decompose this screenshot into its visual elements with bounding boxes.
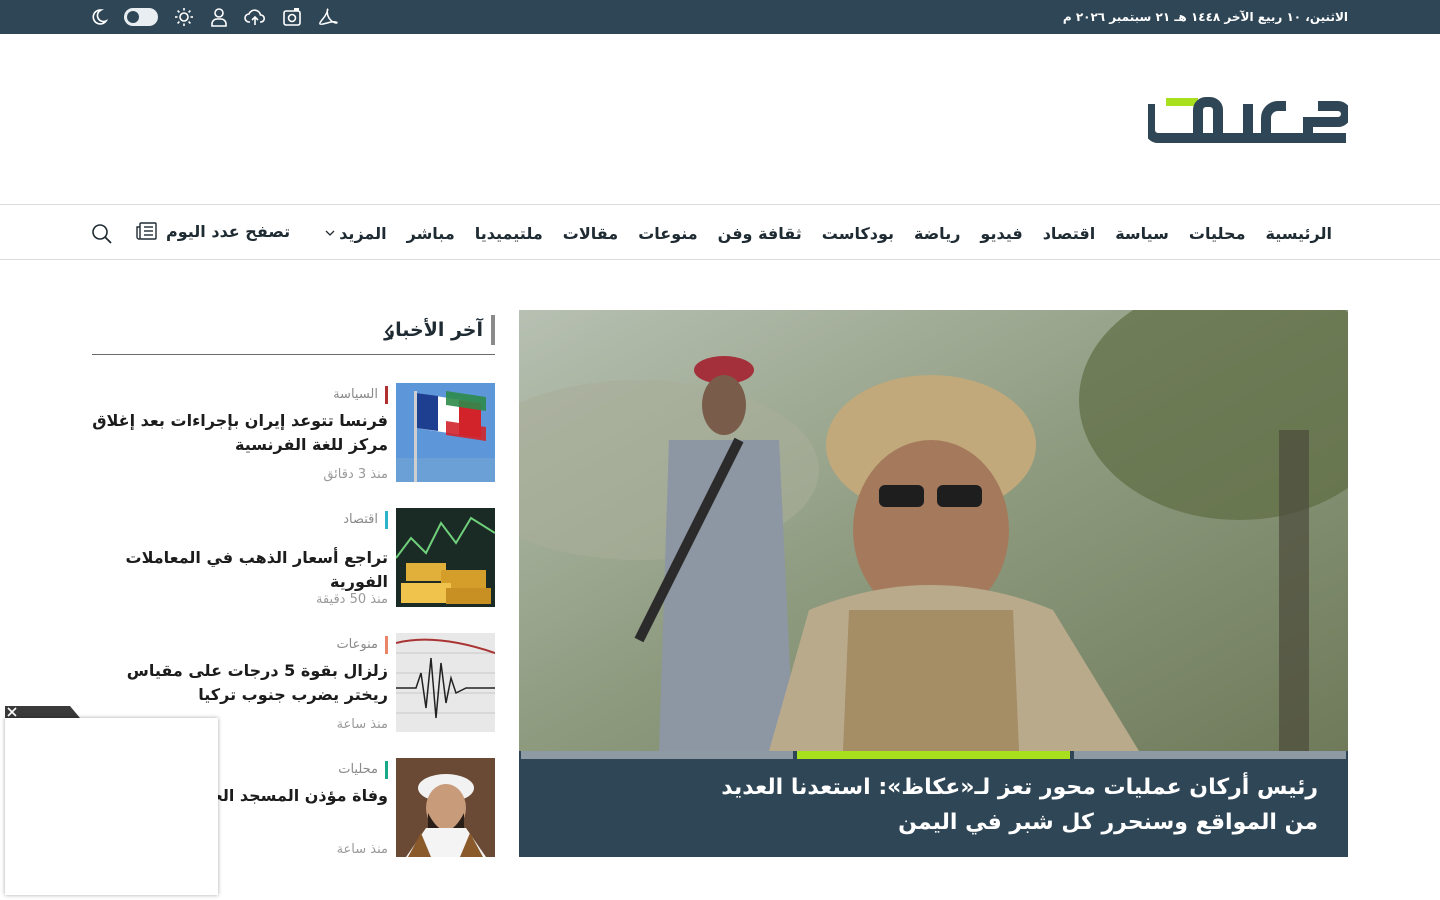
photo-icon[interactable] [282,7,302,27]
slide-indicator-active[interactable] [797,751,1070,759]
news-time: منذ ساعة [336,842,388,857]
list-item[interactable]: اقتصاد تراجع أسعار الذهب في المعاملات ال… [92,508,495,607]
hero-image[interactable] [519,310,1348,751]
latest-news-title: آخر الأخبار [384,319,483,341]
newspaper-icon [136,222,157,240]
moon-icon[interactable] [90,8,108,26]
slide-indicator[interactable] [1073,751,1346,759]
nav-item-multimedia[interactable]: ملتيميديا [465,224,553,243]
nav-item-more[interactable]: المزيد [315,224,396,243]
news-time: منذ ساعة [336,717,388,732]
list-item[interactable]: السياسة فرنسا تتوعد إيران بإجراءات بعد إ… [92,383,495,482]
sun-icon[interactable] [174,7,194,27]
nav-item-video[interactable]: فيديو [970,224,1032,243]
pdf-icon[interactable] [318,7,338,27]
latest-news: آخر الأخبار السياسة فرنسا تتوعد إيران بإ… [92,315,495,857]
news-category[interactable]: السياسة [333,386,388,404]
news-category[interactable]: اقتصاد [343,511,388,529]
browse-label: تصفح عدد اليوم [166,221,291,241]
top-tools [90,6,338,28]
hero-headline[interactable]: رئيس أركان عمليات محور تعز لـ«عكاظ»: است… [698,770,1318,840]
news-time: منذ 3 دقائق [323,467,388,482]
user-icon[interactable] [210,7,228,27]
close-icon[interactable] [6,706,18,718]
main-nav: الرئيسية محليات سياسة اقتصاد فيديو رياضة… [0,204,1440,260]
date-text: الاثنين، ١٠ ربيع الآخر ١٤٤٨ هـ ٢١ سبتمبر… [1062,10,1348,24]
theme-toggle[interactable] [124,8,158,26]
nav-menu: الرئيسية محليات سياسة اقتصاد فيديو رياضة… [315,205,1342,261]
news-thumbnail[interactable] [396,383,495,482]
nav-item-culture[interactable]: ثقافة وفن [708,224,812,243]
hero-slider[interactable]: رئيس أركان عمليات محور تعز لـ«عكاظ»: است… [519,310,1348,857]
cloud-icon[interactable] [244,7,266,27]
nav-item-local[interactable]: محليات [1179,224,1256,243]
slider-progress [519,751,1348,759]
news-title[interactable]: فرنسا تتوعد إيران بإجراءات بعد إغلاق مرك… [92,409,388,457]
nav-item-misc[interactable]: منوعات [628,224,707,243]
search-icon[interactable] [91,223,112,248]
slide-indicator[interactable] [521,751,794,759]
site-logo[interactable] [1145,92,1351,148]
nav-item-articles[interactable]: مقالات [553,224,628,243]
news-category[interactable]: منوعات [336,636,388,654]
news-thumbnail[interactable] [396,633,495,732]
nav-item-home[interactable]: الرئيسية [1256,224,1343,243]
top-bar: الاثنين، ١٠ ربيع الآخر ١٤٤٨ هـ ٢١ سبتمبر… [0,0,1440,34]
chevron-left-icon [384,324,393,340]
news-title[interactable]: تراجع أسعار الذهب في المعاملات الفورية [92,546,388,594]
ad-overlay[interactable] [5,718,218,895]
nav-item-economy[interactable]: اقتصاد [1033,224,1105,243]
news-category[interactable]: محليات [338,761,388,779]
nav-item-podcast[interactable]: بودكاست [812,224,904,243]
nav-item-live[interactable]: مباشر [397,224,465,243]
news-thumbnail[interactable] [396,508,495,607]
browse-today-issue[interactable]: تصفح عدد اليوم [136,221,290,241]
news-title[interactable]: زلزال بقوة 5 درجات على مقياس ريختر يضرب … [92,659,388,707]
nav-more-label: المزيد [339,223,387,243]
nav-item-politics[interactable]: سياسة [1105,224,1179,243]
chevron-down-icon [325,230,335,236]
news-thumbnail[interactable] [396,758,495,857]
nav-item-sports[interactable]: رياضة [904,224,970,243]
latest-news-header[interactable]: آخر الأخبار [92,315,495,355]
news-time: منذ 50 دقيقة [316,592,388,607]
section-accent-bar [491,315,495,345]
